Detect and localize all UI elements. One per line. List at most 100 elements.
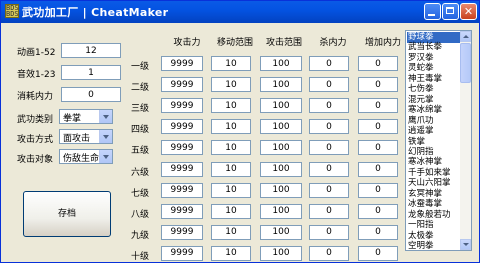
scroll-up-icon[interactable]	[460, 31, 471, 42]
attack-input[interactable]	[161, 140, 203, 156]
drain-mp-input[interactable]	[309, 245, 349, 261]
list-item[interactable]: 寒冰神掌	[407, 157, 463, 168]
move-range-input[interactable]	[211, 140, 251, 156]
drain-mp-input[interactable]	[309, 203, 349, 219]
chevron-down-icon[interactable]	[99, 150, 112, 163]
add-mp-input[interactable]	[358, 119, 398, 135]
list-item[interactable]: 武当长拳	[407, 42, 463, 53]
close-icon: ✕	[463, 5, 474, 18]
mp-cost-label: 消耗内力	[17, 92, 54, 102]
attack-input[interactable]	[161, 203, 203, 219]
row-label: 一级	[131, 62, 150, 72]
attack-range-input[interactable]	[260, 119, 302, 135]
app-icon: BDS BDS	[5, 4, 19, 18]
list-item[interactable]: 寒冰绵掌	[407, 105, 463, 116]
attack-input[interactable]	[161, 98, 203, 114]
mp-cost-input[interactable]	[61, 87, 121, 102]
attack-input[interactable]	[161, 182, 203, 198]
maximize-button[interactable]	[442, 3, 459, 20]
list-item[interactable]: 龙象般若功	[407, 210, 463, 221]
scroll-down-icon[interactable]	[460, 239, 471, 250]
skill-list[interactable]: 野球拳 武当长拳 罗汉拳 灵蛇拳 神王毒掌 七伤拳 混元掌 寒冰绵掌 鹰爪功 逍遥掌 铁掌 幻阴指 寒冰…	[405, 30, 472, 251]
row-label: 十级	[131, 251, 150, 262]
attack-range-input[interactable]	[260, 56, 302, 71]
move-range-input[interactable]	[211, 224, 251, 240]
drain-mp-input[interactable]	[309, 224, 349, 240]
add-mp-input[interactable]	[358, 161, 398, 177]
attack-input[interactable]	[161, 119, 203, 135]
attack-range-input[interactable]	[260, 224, 302, 240]
attack-input[interactable]	[161, 161, 203, 177]
add-mp-input[interactable]	[358, 98, 398, 114]
drain-mp-input[interactable]	[309, 56, 349, 71]
title-bar[interactable]: BDS BDS 武功加工厂 | CheatMaker ✕	[1, 1, 479, 23]
close-button[interactable]: ✕	[460, 3, 477, 20]
skill-type-label: 武功类别	[17, 115, 54, 125]
add-mp-input[interactable]	[358, 203, 398, 219]
chevron-down-icon[interactable]	[99, 130, 112, 143]
sound-input[interactable]	[61, 65, 121, 80]
move-range-input[interactable]	[211, 182, 251, 198]
row-label: 八级	[131, 209, 150, 220]
move-range-input[interactable]	[211, 77, 251, 93]
target-value: 伤敌生命	[63, 154, 100, 164]
attack-range-input[interactable]	[260, 98, 302, 114]
attack-range-input[interactable]	[260, 161, 302, 177]
minimize-button[interactable]	[424, 3, 441, 20]
drain-mp-input[interactable]	[309, 161, 349, 177]
move-range-input[interactable]	[211, 98, 251, 114]
list-item[interactable]: 冰蚕毒掌	[407, 199, 463, 210]
list-item[interactable]: 一阳指	[407, 220, 463, 231]
attack-input[interactable]	[161, 224, 203, 240]
target-select[interactable]: 伤敌生命	[59, 149, 113, 164]
move-range-input[interactable]	[211, 161, 251, 177]
attack-mode-select[interactable]: 面攻击	[59, 129, 113, 144]
attack-range-input[interactable]	[260, 182, 302, 198]
list-item[interactable]: 灵蛇拳	[407, 63, 463, 74]
minimize-icon	[428, 14, 435, 16]
row-label: 九级	[131, 230, 150, 241]
anim-input[interactable]	[61, 43, 121, 58]
attack-range-input[interactable]	[260, 140, 302, 156]
attack-mode-label: 攻击方式	[17, 135, 54, 145]
move-range-input[interactable]	[211, 245, 251, 261]
list-item[interactable]: 太极拳	[407, 231, 463, 242]
list-scrollbar[interactable]	[460, 31, 471, 250]
attack-input[interactable]	[161, 245, 203, 261]
attack-input[interactable]	[161, 56, 203, 71]
scroll-thumb[interactable]	[460, 43, 471, 83]
anim-label: 动画1-52	[17, 48, 56, 58]
row-label: 六级	[131, 167, 150, 178]
attack-mode-value: 面攻击	[63, 134, 91, 144]
attack-input[interactable]	[161, 77, 203, 93]
attack-range-input[interactable]	[260, 245, 302, 261]
window-title: 武功加工厂 | CheatMaker	[22, 6, 169, 19]
chevron-down-icon[interactable]	[99, 110, 112, 123]
list-item[interactable]: 铁掌	[407, 137, 463, 148]
drain-mp-input[interactable]	[309, 119, 349, 135]
attack-range-input[interactable]	[260, 203, 302, 219]
list-item[interactable]: 鹰爪功	[407, 116, 463, 127]
col-header-add-mp: 增加内力	[364, 38, 401, 48]
drain-mp-input[interactable]	[309, 182, 349, 198]
skill-type-value: 拳掌	[63, 114, 82, 124]
drain-mp-input[interactable]	[309, 77, 349, 93]
move-range-input[interactable]	[211, 203, 251, 219]
list-item[interactable]: 空明拳	[407, 241, 463, 250]
add-mp-input[interactable]	[358, 77, 398, 93]
drain-mp-input[interactable]	[309, 140, 349, 156]
drain-mp-input[interactable]	[309, 98, 349, 114]
add-mp-input[interactable]	[358, 182, 398, 198]
list-item[interactable]: 天山六阳掌	[407, 178, 463, 189]
list-item[interactable]: 七伤拳	[407, 84, 463, 95]
save-button[interactable]: 存档	[23, 191, 111, 237]
add-mp-input[interactable]	[358, 56, 398, 71]
move-range-input[interactable]	[211, 56, 251, 71]
add-mp-input[interactable]	[358, 140, 398, 156]
attack-range-input[interactable]	[260, 77, 302, 93]
add-mp-input[interactable]	[358, 245, 398, 261]
skill-type-select[interactable]: 拳掌	[59, 109, 113, 124]
list-item[interactable]: 逍遥掌	[407, 126, 463, 137]
add-mp-input[interactable]	[358, 224, 398, 240]
move-range-input[interactable]	[211, 119, 251, 135]
